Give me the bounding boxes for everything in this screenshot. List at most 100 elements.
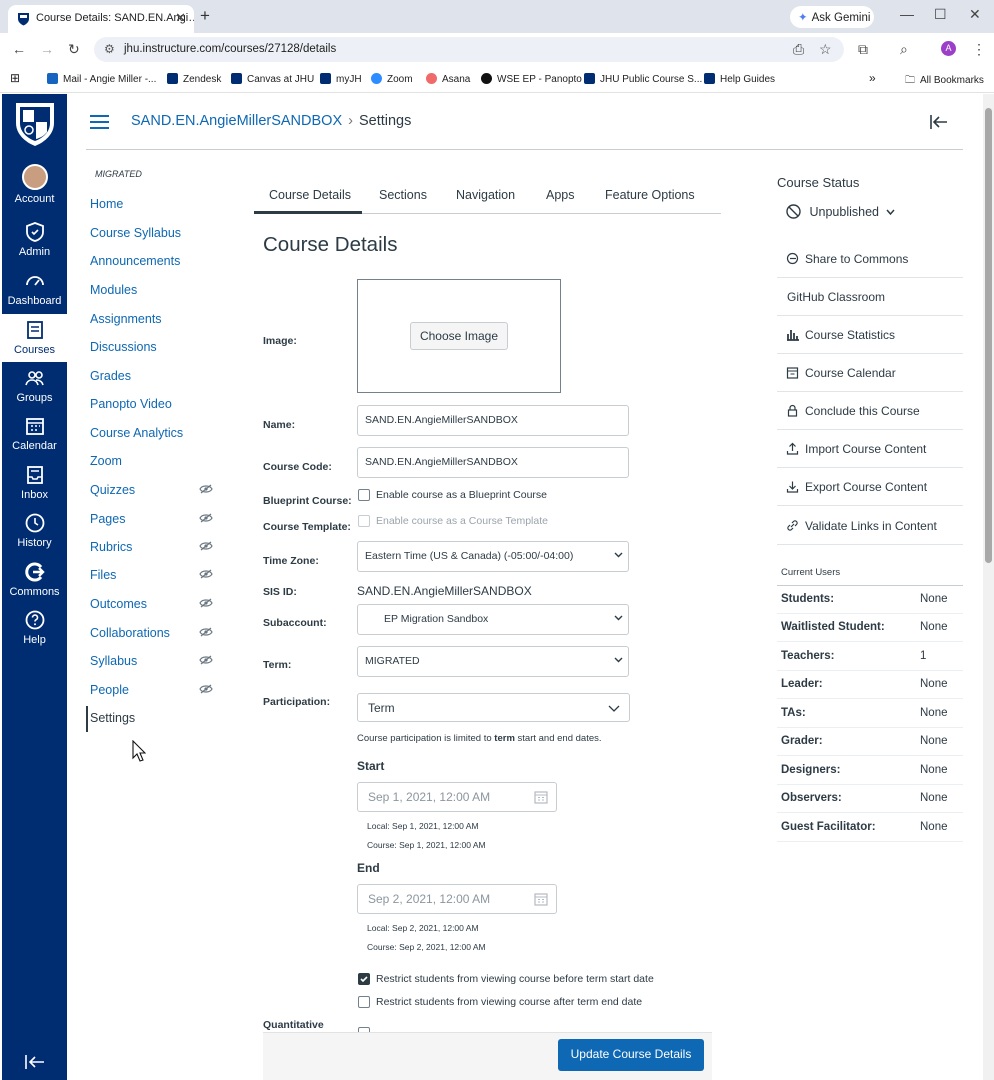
course-code-input[interactable]: SAND.EN.AngieMillerSANDBOX — [357, 447, 629, 478]
bookmark-star-icon[interactable]: ☆ — [819, 41, 832, 58]
course-statistics-link[interactable]: Course Statistics — [777, 316, 963, 354]
new-tab-icon[interactable]: + — [200, 6, 210, 26]
bookmark-asana[interactable]: Asana — [426, 73, 470, 85]
restrict-before-checkbox[interactable] — [358, 973, 370, 985]
page-scrollbar-thumb[interactable] — [985, 108, 992, 563]
course-nav-rubrics[interactable]: Rubrics — [90, 540, 132, 554]
course-nav-pages[interactable]: Pages — [90, 512, 125, 526]
bookmark-panopto[interactable]: WSE EP - Panopto — [481, 73, 582, 85]
course-nav-settings[interactable]: Settings — [90, 711, 135, 725]
global-nav-commons[interactable]: Commons — [2, 561, 67, 601]
bookmark-label: Canvas at JHU — [247, 74, 315, 85]
term-select[interactable]: MIGRATED — [357, 646, 629, 677]
user-count: None — [920, 621, 948, 633]
global-nav-history[interactable]: History — [2, 512, 67, 552]
course-nav-discussions[interactable]: Discussions — [90, 340, 157, 354]
extensions-icon[interactable]: ⧉ — [858, 41, 868, 58]
jhu-logo-icon[interactable] — [13, 100, 57, 148]
minimize-icon[interactable]: — — [900, 6, 914, 22]
tab-navigation[interactable]: Navigation — [456, 188, 515, 202]
bookmark-zendesk[interactable]: Zendesk — [167, 73, 221, 85]
forward-icon[interactable]: → — [40, 41, 54, 57]
share-to-commons-link[interactable]: Share to Commons — [777, 240, 963, 278]
import-course-content-link[interactable]: Import Course Content — [777, 430, 963, 468]
validate-links-link[interactable]: Validate Links in Content — [777, 507, 963, 545]
hamburger-menu-icon[interactable] — [90, 115, 109, 129]
reload-icon[interactable]: ↻ — [68, 41, 80, 58]
calendar-icon[interactable] — [534, 790, 548, 804]
user-role: Students: — [781, 593, 835, 605]
breadcrumb-course-link[interactable]: SAND.EN.AngieMillerSANDBOX — [131, 113, 342, 129]
course-nav-modules[interactable]: Modules — [90, 283, 137, 297]
bookmark-help-guides[interactable]: Help Guides — [704, 73, 775, 85]
browser-tab[interactable]: Course Details: SAND.EN.Angi… ✕ — [8, 5, 194, 33]
tab-course-details[interactable]: Course Details — [269, 188, 351, 202]
global-nav-help[interactable]: Help — [2, 609, 67, 649]
course-nav-zoom[interactable]: Zoom — [90, 454, 122, 468]
tab-feature-options[interactable]: Feature Options — [605, 188, 695, 202]
end-date-input[interactable]: Sep 2, 2021, 12:00 AM — [357, 884, 557, 914]
course-nav-people[interactable]: People — [90, 683, 129, 697]
course-nav-quizzes[interactable]: Quizzes — [90, 483, 135, 497]
jhu-shield-icon — [167, 73, 178, 84]
collapse-sidebar-icon[interactable] — [930, 115, 948, 129]
collapse-nav-icon[interactable] — [24, 1054, 46, 1070]
url-bar[interactable]: ⚙ jhu.instructure.com/courses/27128/deta… — [94, 37, 844, 62]
back-icon[interactable]: ← — [12, 41, 26, 57]
tab-search-icon[interactable]: ⌕ — [900, 41, 908, 58]
global-nav-admin[interactable]: Admin — [2, 221, 67, 261]
publish-status-button[interactable]: Unpublished — [786, 204, 896, 219]
tab-apps[interactable]: Apps — [546, 188, 575, 202]
course-calendar-link[interactable]: Course Calendar — [777, 354, 963, 392]
courses-book-icon — [26, 321, 43, 339]
site-settings-icon[interactable]: ⚙ — [104, 42, 115, 56]
global-nav-inbox[interactable]: Inbox — [2, 464, 67, 504]
course-nav-syllabus[interactable]: Syllabus — [90, 654, 137, 668]
course-nav-home[interactable]: Home — [90, 197, 123, 211]
global-nav-account[interactable]: Account — [2, 164, 67, 212]
participation-select[interactable]: Term — [357, 693, 630, 722]
install-app-icon[interactable]: ⎙ — [793, 41, 804, 58]
course-nav-announcements[interactable]: Announcements — [90, 254, 180, 268]
bookmark-canvas[interactable]: Canvas at JHU — [231, 73, 314, 85]
bookmark-zoom[interactable]: Zoom — [371, 73, 413, 85]
bookmark-myjh[interactable]: myJH — [320, 73, 362, 85]
blueprint-checkbox[interactable] — [358, 489, 370, 501]
apps-grid-icon[interactable]: ⊞ — [10, 71, 20, 85]
close-window-icon[interactable]: ✕ — [969, 6, 981, 23]
profile-avatar[interactable]: A — [941, 41, 956, 56]
global-nav-courses[interactable]: Courses — [2, 314, 67, 362]
chrome-menu-icon[interactable]: ⋮ — [972, 41, 986, 58]
update-course-details-button[interactable]: Update Course Details — [558, 1039, 704, 1071]
ask-gemini-button[interactable]: ✦ Ask Gemini — [790, 6, 874, 28]
global-nav-dashboard[interactable]: Dashboard — [2, 270, 67, 310]
course-nav-outcomes[interactable]: Outcomes — [90, 597, 147, 611]
more-bookmarks-icon[interactable]: » — [869, 71, 876, 85]
github-classroom-link[interactable]: GitHub Classroom — [777, 278, 963, 316]
course-nav-files[interactable]: Files — [90, 568, 116, 582]
bookmark-jhu-public[interactable]: JHU Public Course S... — [584, 73, 702, 85]
conclude-course-link[interactable]: Conclude this Course — [777, 392, 963, 430]
course-template-checkbox[interactable] — [358, 515, 370, 527]
tab-sections[interactable]: Sections — [379, 188, 427, 202]
maximize-icon[interactable]: ☐ — [934, 6, 947, 23]
close-tab-icon[interactable]: ✕ — [175, 10, 186, 26]
course-nav-course-analytics[interactable]: Course Analytics — [90, 426, 183, 440]
export-course-content-link[interactable]: Export Course Content — [777, 468, 963, 506]
bookmark-mail[interactable]: Mail - Angie Miller -... — [47, 73, 156, 85]
course-nav-panopto-video[interactable]: Panopto Video — [90, 397, 172, 411]
calendar-icon[interactable] — [534, 892, 548, 906]
global-nav-groups[interactable]: Groups — [2, 367, 67, 407]
global-nav-calendar[interactable]: Calendar — [2, 415, 67, 455]
course-nav-collaborations[interactable]: Collaborations — [90, 626, 170, 640]
start-date-input[interactable]: Sep 1, 2021, 12:00 AM — [357, 782, 557, 812]
restrict-after-checkbox[interactable] — [358, 996, 370, 1008]
course-nav-assignments[interactable]: Assignments — [90, 312, 162, 326]
choose-image-button[interactable]: Choose Image — [410, 322, 508, 350]
all-bookmarks[interactable]: 🗀 All Bookmarks — [905, 73, 984, 90]
course-nav-grades[interactable]: Grades — [90, 369, 131, 383]
course-name-input[interactable]: SAND.EN.AngieMillerSANDBOX — [357, 405, 629, 436]
subaccount-select[interactable]: EP Migration Sandbox — [357, 604, 629, 635]
time-zone-select[interactable]: Eastern Time (US & Canada) (-05:00/-04:0… — [357, 541, 629, 572]
course-nav-course-syllabus[interactable]: Course Syllabus — [90, 226, 181, 240]
